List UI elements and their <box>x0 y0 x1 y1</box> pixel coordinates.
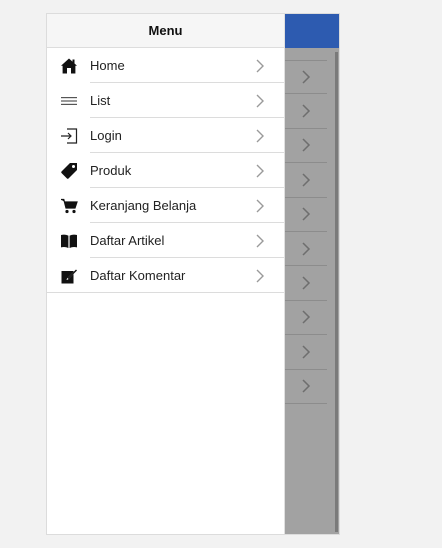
menu-item-label: Daftar Komentar <box>90 268 186 283</box>
list-item[interactable] <box>285 94 327 129</box>
chevron-right-icon <box>302 242 311 256</box>
menu-item-keranjang-belanja[interactable]: Keranjang Belanja <box>47 188 284 223</box>
menu-list: Home List Login Produk Keranjang Belanja… <box>47 48 284 293</box>
chevron-right-icon <box>254 153 276 188</box>
list-item[interactable] <box>285 266 327 301</box>
chevron-right-icon <box>254 48 276 83</box>
menu-item-daftar-komentar[interactable]: Daftar Komentar <box>47 258 284 293</box>
list-item[interactable] <box>285 232 327 267</box>
list-item[interactable] <box>285 60 327 95</box>
edit-icon <box>47 258 90 293</box>
book-icon <box>47 223 90 258</box>
tag-icon <box>47 153 90 188</box>
chevron-right-icon <box>302 70 311 84</box>
chevron-right-icon <box>254 83 276 118</box>
menu-item-label: Daftar Artikel <box>90 233 165 248</box>
menu-item-label: Produk <box>90 163 132 178</box>
menu-item-daftar-artikel[interactable]: Daftar Artikel <box>47 223 284 258</box>
list-item[interactable] <box>285 370 327 404</box>
chevron-right-icon <box>302 345 311 359</box>
menu-item-login[interactable]: Login <box>47 118 284 153</box>
chevron-right-icon <box>302 207 311 221</box>
background-list <box>285 60 327 404</box>
menu-header: Menu <box>47 14 284 48</box>
menu-item-label: Login <box>90 128 122 143</box>
cart-icon <box>47 188 90 223</box>
chevron-right-icon <box>254 188 276 223</box>
menu-item-home[interactable]: Home <box>47 48 284 83</box>
chevron-right-icon <box>254 258 276 293</box>
menu-item-label: Home <box>90 58 125 73</box>
list-item[interactable] <box>285 335 327 370</box>
list-item[interactable] <box>285 198 327 232</box>
chevron-right-icon <box>302 276 311 290</box>
chevron-right-icon <box>302 173 311 187</box>
chevron-right-icon <box>254 118 276 153</box>
device-frame: Menu Home List Login Produk Keranjang Be… <box>46 13 340 535</box>
list-icon <box>47 83 90 118</box>
login-icon <box>47 118 90 153</box>
chevron-right-icon <box>302 310 311 324</box>
menu-title: Menu <box>148 23 183 38</box>
menu-item-produk[interactable]: Produk <box>47 153 284 188</box>
list-item[interactable] <box>285 129 327 164</box>
menu-item-label: Keranjang Belanja <box>90 198 197 213</box>
chevron-right-icon <box>302 104 311 118</box>
scrollbar[interactable] <box>335 52 338 532</box>
list-item[interactable] <box>285 163 327 198</box>
list-item[interactable] <box>285 301 327 336</box>
chevron-right-icon <box>254 223 276 258</box>
chevron-right-icon <box>302 379 311 393</box>
chevron-right-icon <box>302 138 311 152</box>
menu-item-list[interactable]: List <box>47 83 284 118</box>
side-menu-panel: Menu Home List Login Produk Keranjang Be… <box>47 14 285 534</box>
menu-item-label: List <box>90 93 111 108</box>
home-icon <box>47 48 90 83</box>
